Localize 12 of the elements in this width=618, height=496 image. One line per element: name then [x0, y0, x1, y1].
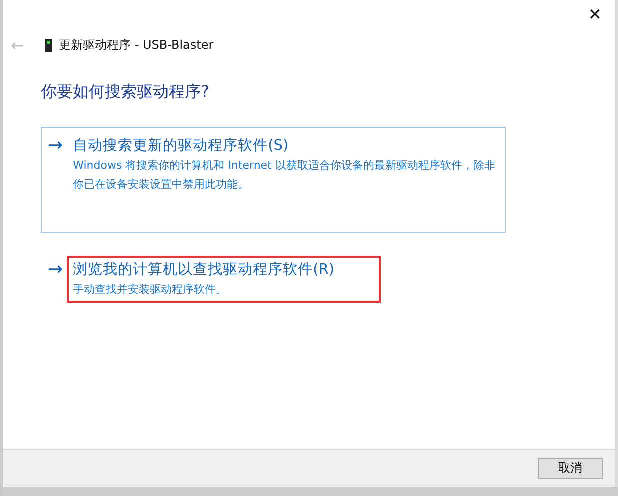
option-title: 浏览我的计算机以查找驱动程序软件(R): [73, 261, 336, 280]
device-icon: [45, 38, 52, 52]
option-description: 手动查找并安装驱动程序软件。: [73, 282, 228, 298]
arrow-icon: →: [48, 136, 64, 224]
option-title: 自动搜索更新的驱动程序软件(S): [73, 136, 290, 156]
close-button[interactable]: ✕: [575, 0, 615, 30]
dialog-heading: 你要如何搜索驱动程序?: [41, 82, 210, 103]
arrow-icon: →: [48, 260, 64, 303]
cancel-button[interactable]: 取消: [538, 458, 603, 479]
option-card[interactable]: → 自动搜索更新的驱动程序软件(S) Windows 将搜索你的计算机和 Internet 以获取适合你设备的最新驱动程序软件，除非你已在设备安装设置中禁用此功能。: [41, 127, 506, 233]
window-title: 更新驱动程序 - USB-Blaster: [59, 36, 214, 54]
option-description: Windows 将搜索你的计算机和 Internet 以获取适合你设备的最新驱动程序软件，除非你已在设备安装设置中禁用此功能。: [73, 158, 496, 193]
